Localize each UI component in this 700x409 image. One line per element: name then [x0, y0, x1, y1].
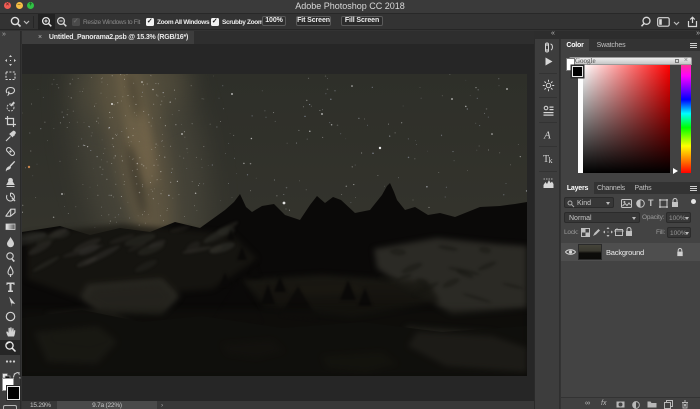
svg-text:k: k	[548, 156, 552, 165]
svg-text:A: A	[543, 130, 551, 142]
